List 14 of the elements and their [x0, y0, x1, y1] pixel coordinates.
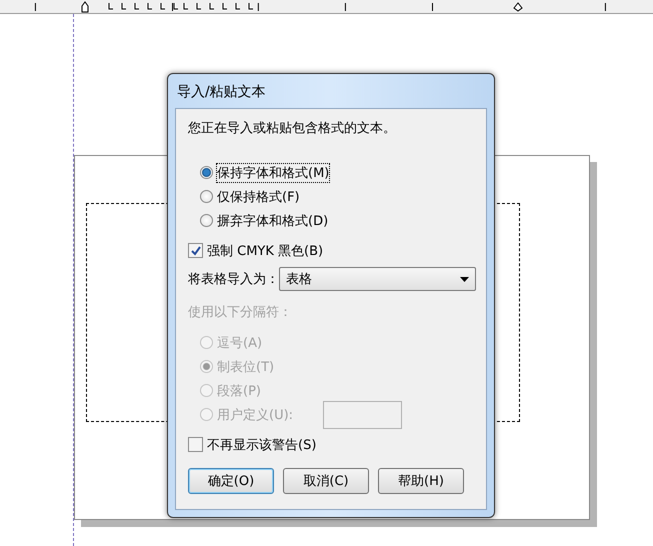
- field-label: 将表格导入为：: [188, 271, 279, 288]
- radio-option[interactable]: 摒弃字体和格式(D): [200, 210, 476, 231]
- dialog-button[interactable]: 取消(C): [283, 468, 369, 494]
- table-type-dropdown[interactable]: 表格: [279, 267, 476, 291]
- checkbox-option[interactable]: 强制 CMYK 黑色(B): [188, 240, 476, 261]
- radio-option[interactable]: 保持字体和格式(M): [200, 162, 476, 183]
- section-label: 使用以下分隔符：: [188, 304, 293, 321]
- message-text: 您正在导入或粘贴包含格式的文本。: [188, 120, 397, 137]
- window-title: 导入/粘贴文本: [176, 83, 267, 102]
- checkbox-option[interactable]: 不再显示该警告(S): [188, 434, 476, 455]
- dialog-button[interactable]: 确定(O): [188, 468, 274, 494]
- radio-option[interactable]: 仅保持格式(F): [200, 186, 476, 207]
- dialog-button[interactable]: 帮助(H): [378, 468, 464, 494]
- dropdown-arrow-icon: [460, 276, 469, 282]
